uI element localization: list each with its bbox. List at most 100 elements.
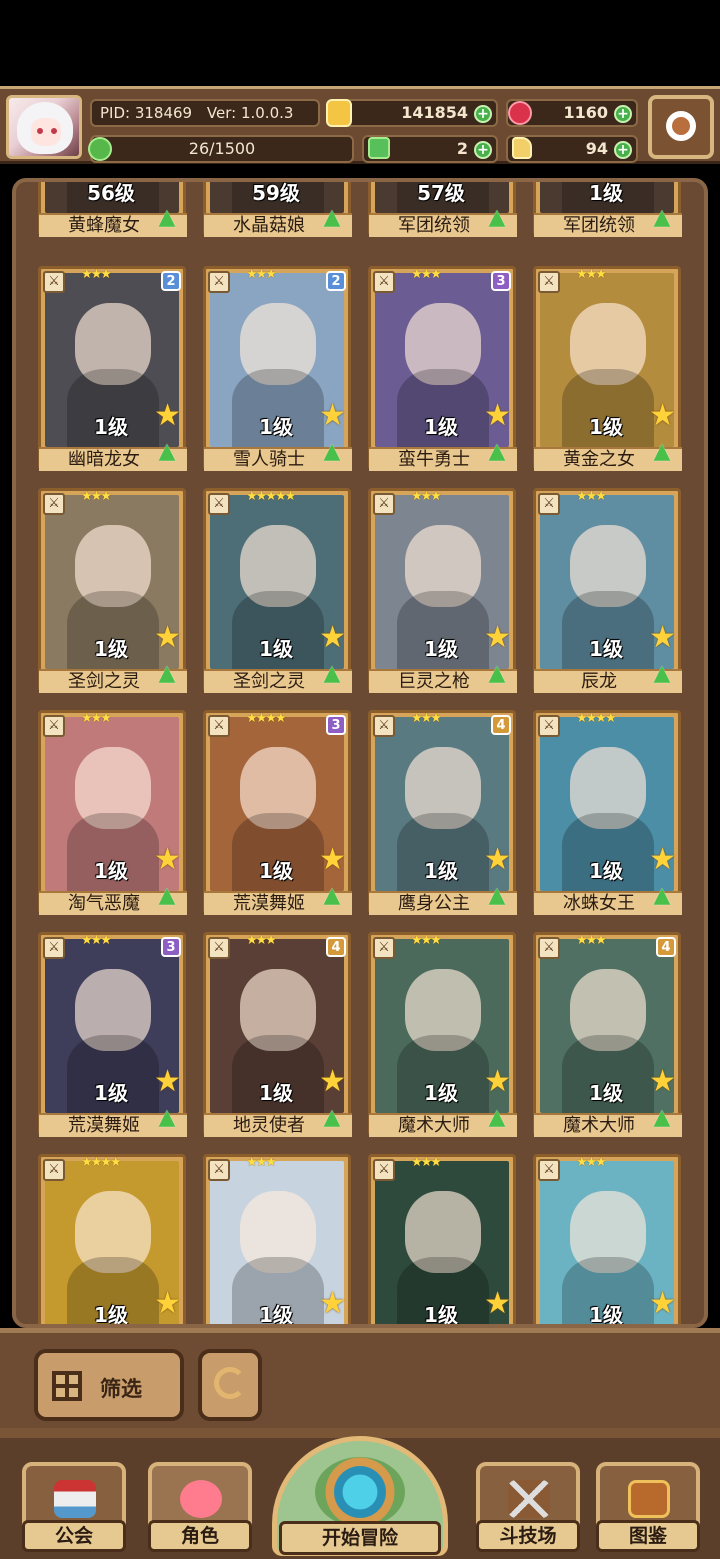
character-card[interactable]: ⚔ ★★★ 4 ★ 1级 魔术大师 ▲ (533, 932, 682, 1137)
character-card[interactable]: 1级 军团统领 ▲ (533, 182, 682, 237)
gem-value: 1160 (563, 103, 608, 122)
character-card[interactable]: ⚔ ★★★ ★ 1级 淘气恶魔 ▲ (38, 710, 187, 915)
character-card[interactable]: ⚔ ★★★ 2 ★ 1级 幽暗龙女 ▲ (38, 266, 187, 471)
level-up-arrow-icon: ▲ (488, 661, 506, 686)
character-card[interactable]: ⚔ ★★★★ 3 ★ 1级 荒漠舞姬 ▲ (203, 710, 352, 915)
level-up-arrow-icon: ▲ (653, 1105, 671, 1130)
star-rating: ★★★ (576, 489, 607, 504)
character-card[interactable]: ⚔★★★★1级▲ (203, 1154, 351, 1324)
level-up-arrow-icon: ▲ (488, 1105, 506, 1130)
top-status-bar: PID: 318469 Ver: 1.0.0.3 141854 + 1160 +… (0, 86, 720, 164)
weapon-class-icon: ⚔ (208, 1159, 230, 1181)
filter-button[interactable]: 筛选 (34, 1349, 184, 1421)
star-rating: ★★★ (411, 267, 442, 282)
start-adventure-label: 开始冒险 (279, 1521, 441, 1555)
nav-role[interactable]: 角色 (148, 1462, 252, 1552)
level-up-arrow-icon: ▲ (653, 439, 671, 464)
add-coins-button[interactable]: + (474, 105, 492, 123)
character-level: 1级 (589, 1303, 623, 1324)
character-level: 1级 (424, 1081, 458, 1105)
character-level: 1级 (259, 1081, 293, 1105)
nav-codex-label: 图鉴 (596, 1520, 700, 1552)
nav-arena[interactable]: 斗技场 (476, 1462, 580, 1552)
weapon-class-icon: ⚔ (538, 1159, 560, 1181)
character-card[interactable]: ⚔ ★★★ ★ 1级 魔术大师 ▲ (368, 932, 517, 1137)
filter-bar: 筛选 (0, 1328, 720, 1428)
rank-badge: 3 (161, 937, 181, 957)
character-card[interactable]: 56级 黄蜂魔女 ▲ (38, 182, 187, 237)
character-card[interactable]: ⚔ ★★★ ★ 1级 辰龙 ▲ (533, 488, 682, 693)
weapon-class-icon: ⚔ (373, 271, 395, 293)
character-card[interactable]: ⚔ ★★★ 3 ★ 1级 荒漠舞姬 ▲ (38, 932, 187, 1137)
weapon-class-icon: ⚔ (373, 937, 395, 959)
character-level: 1级 (259, 859, 293, 883)
book-icon (628, 1480, 670, 1518)
character-panel: 56级 黄蜂魔女 ▲ 59级 水晶菇娘 ▲ 57级 军团统领 ▲ 1级 军团统领 ▲ ⚔ ★★★ 2 ★ 1级幽… (12, 178, 708, 1328)
character-card[interactable]: ⚔ ★★★ 4 ★ 1级 鹰身公主 ▲ (368, 710, 517, 915)
star-rating: ★★★ (246, 1155, 277, 1170)
character-card[interactable]: ⚔ ★★★ ★ 1级 黄金之女 ▲ (533, 266, 682, 471)
character-card[interactable]: ⚔★★★★★1级▲ (38, 1154, 186, 1324)
character-level: 1级 (259, 637, 293, 661)
character-card[interactable]: 57级 军团统领 ▲ (368, 182, 517, 237)
character-card[interactable]: 59级 水晶菇娘 ▲ (203, 182, 352, 237)
character-card[interactable]: ⚔★★★★1级▲ (533, 1154, 681, 1324)
star-rating: ★★★★ (81, 1155, 122, 1170)
rank-badge: 4 (491, 715, 511, 735)
character-card[interactable]: ⚔ ★★★ 3 ★ 1级 蛮牛勇士 ▲ (368, 266, 517, 471)
player-avatar[interactable] (6, 95, 82, 159)
add-gems-button[interactable]: + (614, 105, 632, 123)
character-card[interactable]: ⚔ ★★★ ★ 1级 圣剑之灵 ▲ (38, 488, 187, 693)
character-card[interactable]: ⚔ ★★★ 4 ★ 1级 地灵使者 ▲ (203, 932, 352, 1137)
character-level: 1级 (589, 637, 623, 661)
start-adventure-button[interactable]: 开始冒险 (272, 1436, 448, 1556)
character-icon (180, 1480, 222, 1518)
weapon-class-icon: ⚔ (208, 493, 230, 515)
star-rating: ★★★ (576, 933, 607, 948)
weapon-class-icon: ⚔ (43, 493, 65, 515)
weapon-class-icon: ⚔ (208, 715, 230, 737)
star-rating: ★★★ (81, 267, 112, 282)
character-card[interactable]: ⚔ ★★★ 2 ★ 1级 雪人骑士 ▲ (203, 266, 352, 471)
level-up-arrow-icon: ▲ (653, 661, 671, 686)
pid-label: PID: 318469 (100, 104, 193, 122)
horn-value: 94 (585, 139, 608, 158)
character-level: 1级 (94, 1081, 128, 1105)
refresh-button[interactable] (198, 1349, 262, 1421)
character-card[interactable]: ⚔★★★★1级▲ (368, 1154, 516, 1324)
character-level: 1级 (424, 415, 458, 439)
level-up-arrow-icon: ▲ (323, 439, 341, 464)
weapon-class-icon: ⚔ (43, 1159, 65, 1181)
nav-guild[interactable]: 公会 (22, 1462, 126, 1552)
shop-icon (54, 1480, 96, 1518)
star-rating: ★★★★★ (246, 489, 296, 504)
character-card[interactable]: ⚔ ★★★★★ ★ 1级 圣剑之灵 ▲ (203, 488, 352, 693)
rank-badge: 4 (656, 937, 676, 957)
weapon-class-icon: ⚔ (373, 715, 395, 737)
character-grid[interactable]: 56级 黄蜂魔女 ▲ 59级 水晶菇娘 ▲ 57级 军团统领 ▲ 1级 军团统领 ▲ ⚔ ★★★ 2 ★ 1级幽… (16, 182, 704, 1324)
star-rating: ★★★ (411, 933, 442, 948)
level-up-arrow-icon: ▲ (158, 883, 176, 908)
add-horn-button[interactable]: + (614, 141, 632, 159)
nav-codex[interactable]: 图鉴 (596, 1462, 700, 1552)
character-level: 1级 (589, 415, 623, 439)
weapon-class-icon: ⚔ (373, 493, 395, 515)
crossed-swords-icon (508, 1480, 550, 1518)
character-card[interactable]: ⚔ ★★★★ ★ 1级 冰蛛女王 ▲ (533, 710, 682, 915)
nav-role-label: 角色 (148, 1520, 252, 1552)
rank-badge: 2 (161, 271, 181, 291)
star-rating: ★★★ (246, 933, 277, 948)
gear-icon (666, 111, 696, 141)
settings-button[interactable] (648, 95, 714, 159)
level-up-arrow-icon: ▲ (653, 883, 671, 908)
clover-icon (368, 137, 390, 159)
star-rating: ★★★ (81, 933, 112, 948)
character-card[interactable]: ⚔ ★★★ ★ 1级 巨灵之枪 ▲ (368, 488, 517, 693)
rank-badge: 3 (491, 271, 511, 291)
horn-icon (512, 137, 532, 159)
character-level: 1级 (94, 859, 128, 883)
weapon-class-icon: ⚔ (538, 715, 560, 737)
rank-badge: 4 (326, 937, 346, 957)
weapon-class-icon: ⚔ (43, 937, 65, 959)
add-clover-button[interactable]: + (474, 141, 492, 159)
